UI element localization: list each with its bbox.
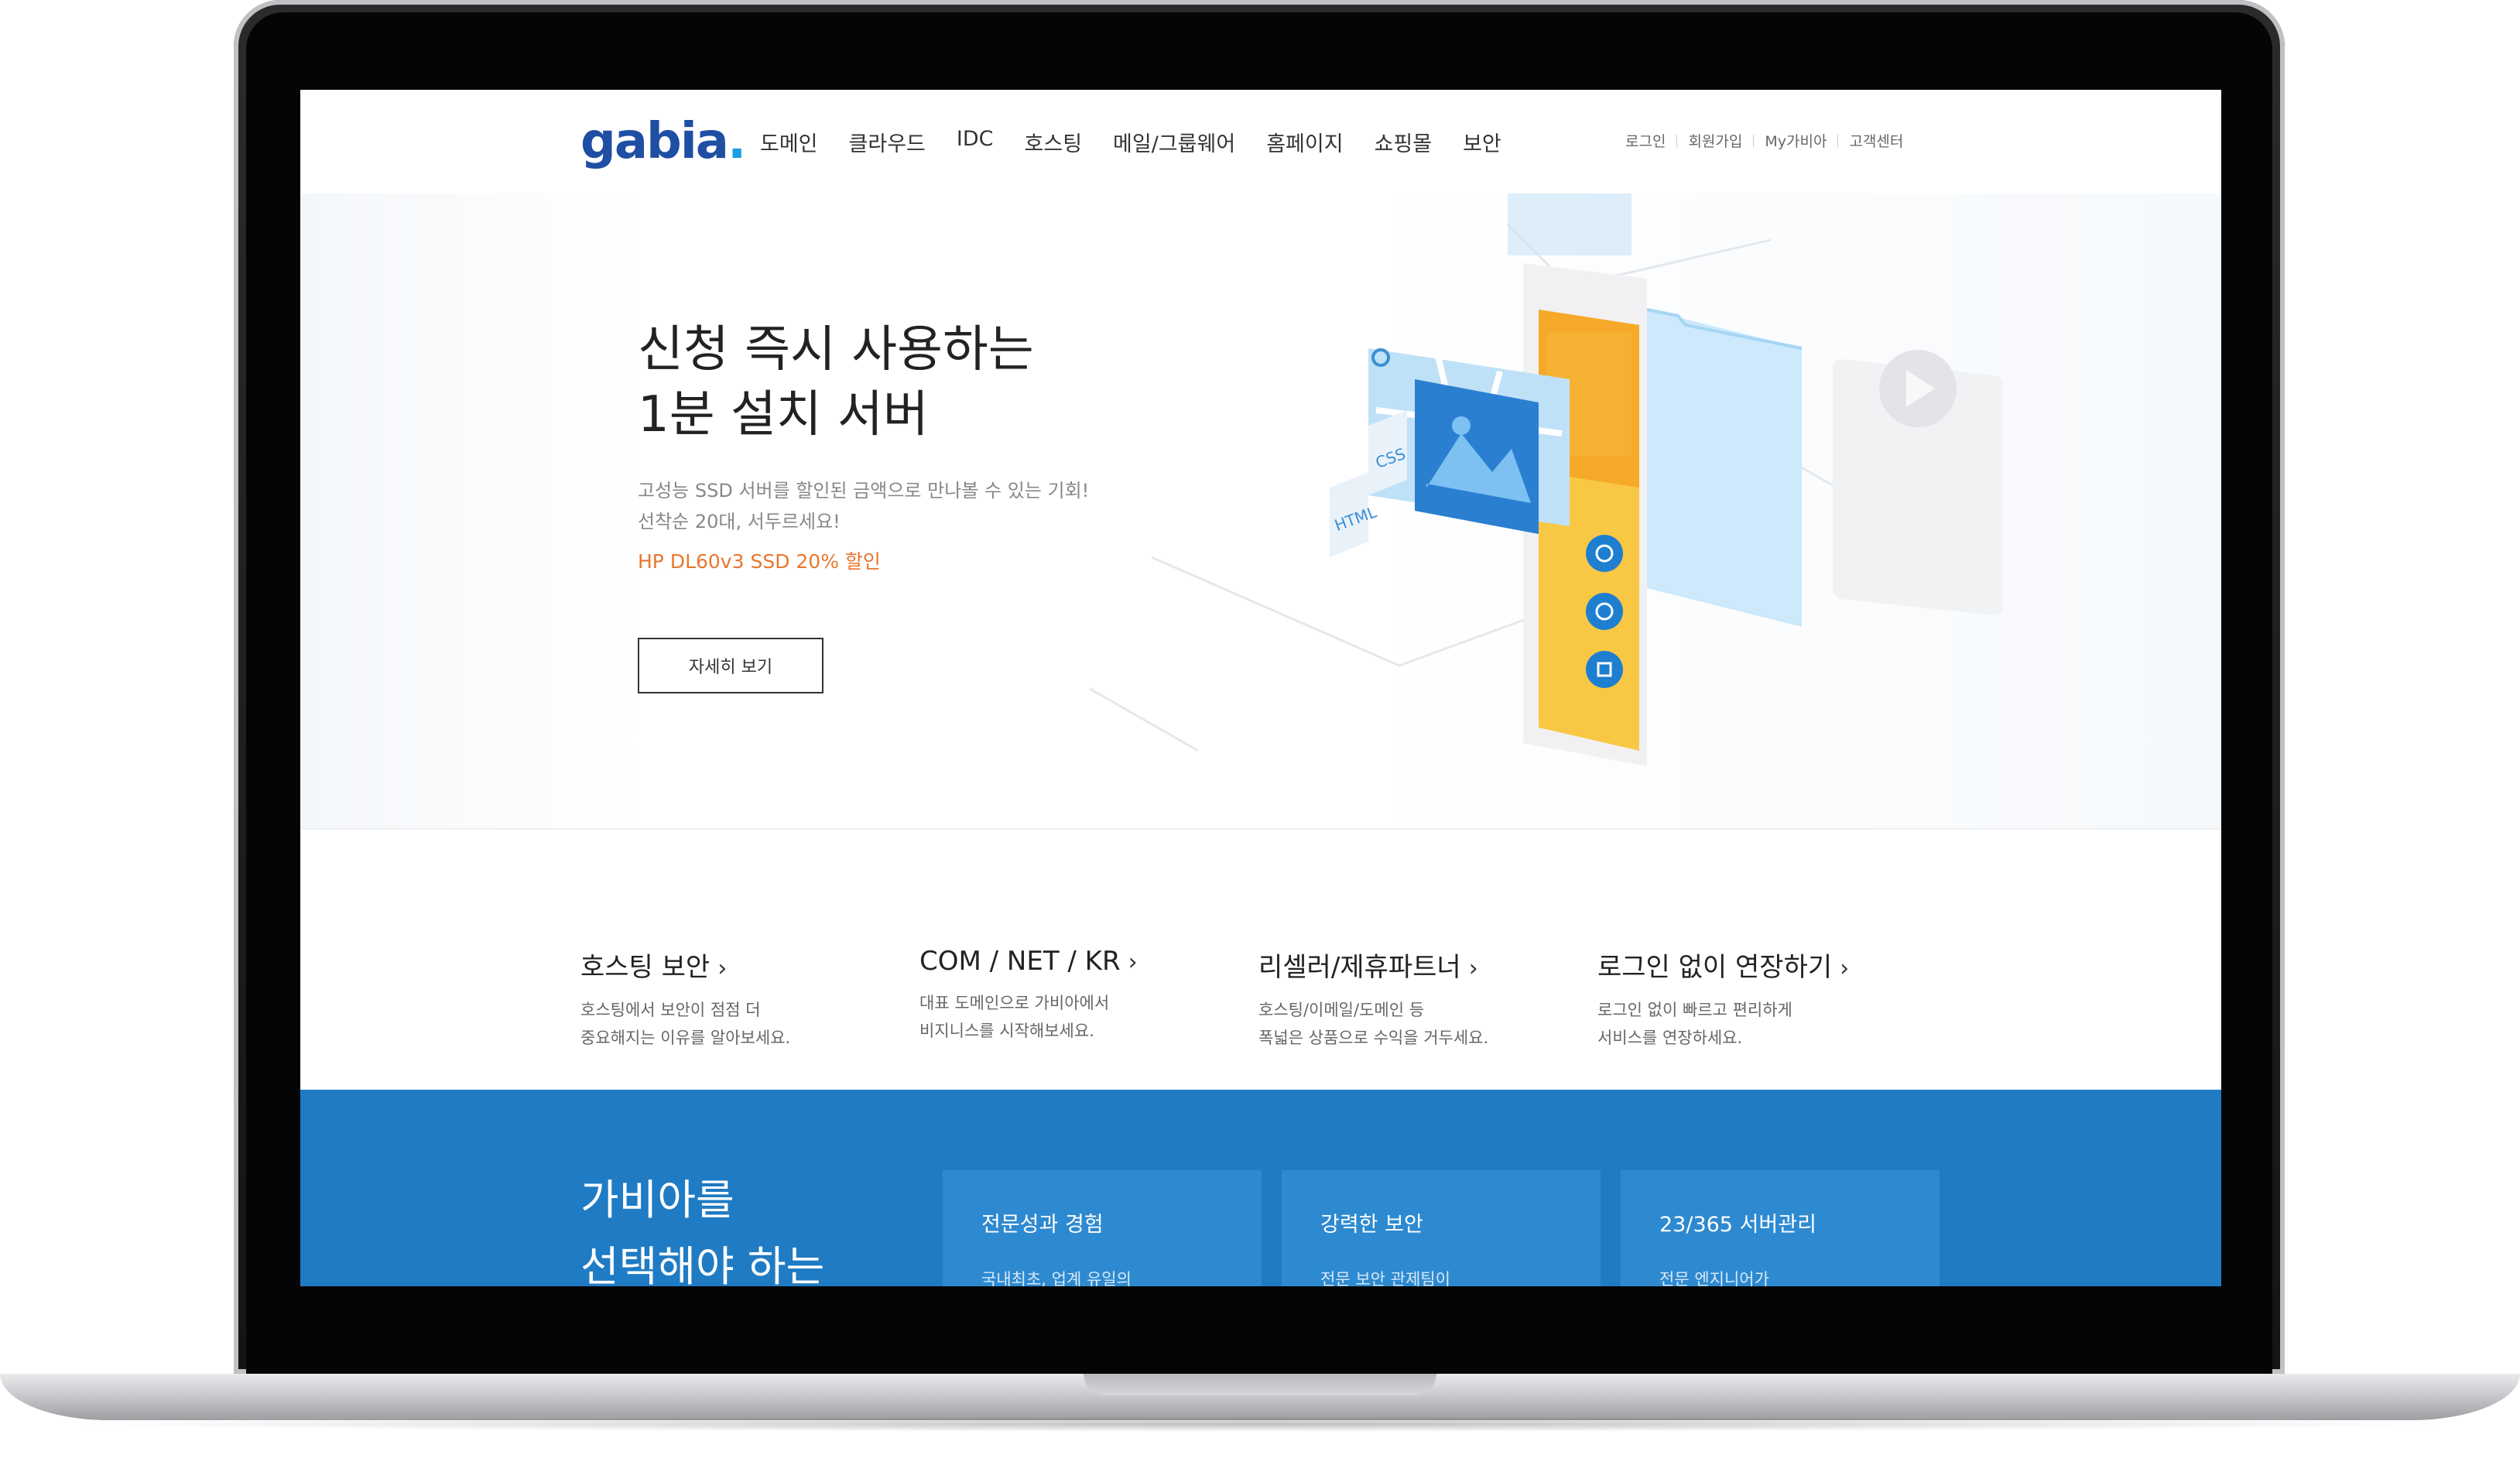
my-gabia-link[interactable]: My가비아 bbox=[1765, 130, 1827, 151]
main-nav: 도메인 클라우드 IDC 호스팅 메일/그룹웨어 홈페이지 쇼핑몰 보안 bbox=[760, 127, 1532, 157]
quick-link-desc: 대표 도메인으로 가비아에서 비지니스를 시작해보세요. bbox=[919, 994, 1110, 1040]
util-divider bbox=[1837, 134, 1839, 147]
card-title: 23/365 서버관리 bbox=[1659, 1213, 1816, 1237]
faded-card bbox=[1508, 193, 1631, 255]
quick-link-title: COM / NET / KR › bbox=[919, 946, 1138, 977]
hero-promo[interactable]: HP DL60v3 SSD 20% 할인 bbox=[638, 546, 881, 574]
screen: gabia. 도메인 클라우드 IDC 호스팅 메일/그룹웨어 홈페이지 쇼핑몰… bbox=[300, 90, 2221, 1286]
site-header: gabia. 도메인 클라우드 IDC 호스팅 메일/그룹웨어 홈페이지 쇼핑몰… bbox=[300, 90, 2221, 195]
card-title: 강력한 보안 bbox=[1320, 1213, 1423, 1237]
nav-item-hosting[interactable]: 호스팅 bbox=[1025, 127, 1083, 157]
card-desc: 전문 보안 관제팀이 bbox=[1320, 1270, 1450, 1286]
quick-link-desc: 호스팅/이메일/도메인 등 폭넓은 상품으로 수익을 거두세요. bbox=[1258, 1001, 1489, 1047]
folder-card bbox=[1647, 310, 1802, 627]
chevron-right-icon: › bbox=[1128, 949, 1138, 976]
hero-banner: 신청 즉시 사용하는 1분 설치 서버 고성능 SSD 서버를 할인된 금액으로… bbox=[300, 193, 2221, 830]
box-icon bbox=[1586, 651, 1623, 688]
card-desc: 국내최초, 업계 유일의 bbox=[981, 1270, 1132, 1286]
nav-item-idc[interactable]: IDC bbox=[957, 127, 994, 157]
quick-link-desc: 로그인 없이 빠르고 편리하게 서비스를 연장하세요. bbox=[1597, 1001, 1792, 1047]
quick-link-hosting-security[interactable]: 호스팅 보안 › 호스팅에서 보안이 점점 더 중요해지는 이유를 알아보세요. bbox=[580, 946, 906, 1052]
quick-link-title: 리셀러/제휴파트너 › bbox=[1258, 952, 1478, 983]
nav-item-cloud[interactable]: 클라우드 bbox=[849, 127, 926, 157]
quick-link-renew[interactable]: 로그인 없이 연장하기 › 로그인 없이 빠르고 편리하게 서비스를 연장하세요. bbox=[1597, 946, 1923, 1052]
hero-illustration: HTML CSS bbox=[1089, 193, 2003, 766]
quick-link-desc: 호스팅에서 보안이 점점 더 중요해지는 이유를 알아보세요. bbox=[580, 1001, 791, 1047]
settings-icon bbox=[1586, 593, 1623, 630]
feature-card-server-management[interactable]: 23/365 서버관리 전문 엔지니어가 bbox=[1621, 1170, 1940, 1286]
logo-text: gabia bbox=[580, 113, 729, 170]
logo-dot: . bbox=[727, 113, 746, 170]
laptop-notch bbox=[1084, 1374, 1436, 1395]
chevron-right-icon: › bbox=[717, 955, 728, 982]
signup-link[interactable]: 회원가입 bbox=[1688, 130, 1742, 151]
chevron-right-icon: › bbox=[1468, 955, 1478, 982]
util-nav: 로그인 회원가입 My가비아 고객센터 bbox=[1625, 130, 1903, 151]
quick-link-title: 로그인 없이 연장하기 › bbox=[1597, 952, 1850, 983]
nav-item-security[interactable]: 보안 bbox=[1463, 127, 1501, 157]
quick-link-reseller[interactable]: 리셀러/제휴파트너 › 호스팅/이메일/도메인 등 폭넓은 상품으로 수익을 거두… bbox=[1258, 946, 1584, 1052]
feature-card-security[interactable]: 강력한 보안 전문 보안 관제팀이 bbox=[1282, 1170, 1601, 1286]
laptop-shadow bbox=[62, 1416, 2458, 1432]
login-link[interactable]: 로그인 bbox=[1625, 130, 1666, 151]
quick-link-domains[interactable]: COM / NET / KR › 대표 도메인으로 가비아에서 비지니스를 시작해… bbox=[919, 946, 1245, 1045]
quick-link-title: 호스팅 보안 › bbox=[580, 952, 728, 983]
util-divider bbox=[1753, 134, 1755, 147]
nav-item-shopping-mall[interactable]: 쇼핑몰 bbox=[1375, 127, 1433, 157]
section-title: 가비아를 선택해야 하는 bbox=[580, 1176, 825, 1286]
link-icon bbox=[1586, 535, 1623, 572]
gabia-logo[interactable]: gabia. bbox=[580, 113, 746, 170]
card-desc: 전문 엔지니어가 bbox=[1659, 1270, 1769, 1286]
quick-links: 호스팅 보안 › 호스팅에서 보안이 점점 더 중요해지는 이유를 알아보세요. … bbox=[300, 830, 2221, 1101]
view-details-button[interactable]: 자세히 보기 bbox=[638, 638, 823, 693]
hero-description: 고성능 SSD 서버를 할인된 금액으로 만나볼 수 있는 기회! 선착순 20… bbox=[638, 480, 1090, 532]
util-divider bbox=[1676, 134, 1678, 147]
card-title: 전문성과 경험 bbox=[981, 1213, 1104, 1237]
hero-title: 신청 즉시 사용하는 1분 설치 서버 bbox=[638, 321, 1034, 443]
nav-item-homepage[interactable]: 홈페이지 bbox=[1266, 127, 1343, 157]
why-gabia-section: 가비아를 선택해야 하는 전문성과 경험 국내최초, 업계 유일의 강력한 보안… bbox=[300, 1090, 2221, 1286]
chevron-right-icon: › bbox=[1840, 955, 1850, 982]
nav-item-domain[interactable]: 도메인 bbox=[760, 127, 818, 157]
customer-center-link[interactable]: 고객센터 bbox=[1849, 130, 1903, 151]
nav-item-mail-groupware[interactable]: 메일/그룹웨어 bbox=[1113, 127, 1235, 157]
feature-card-expertise[interactable]: 전문성과 경험 국내최초, 업계 유일의 bbox=[943, 1170, 1262, 1286]
